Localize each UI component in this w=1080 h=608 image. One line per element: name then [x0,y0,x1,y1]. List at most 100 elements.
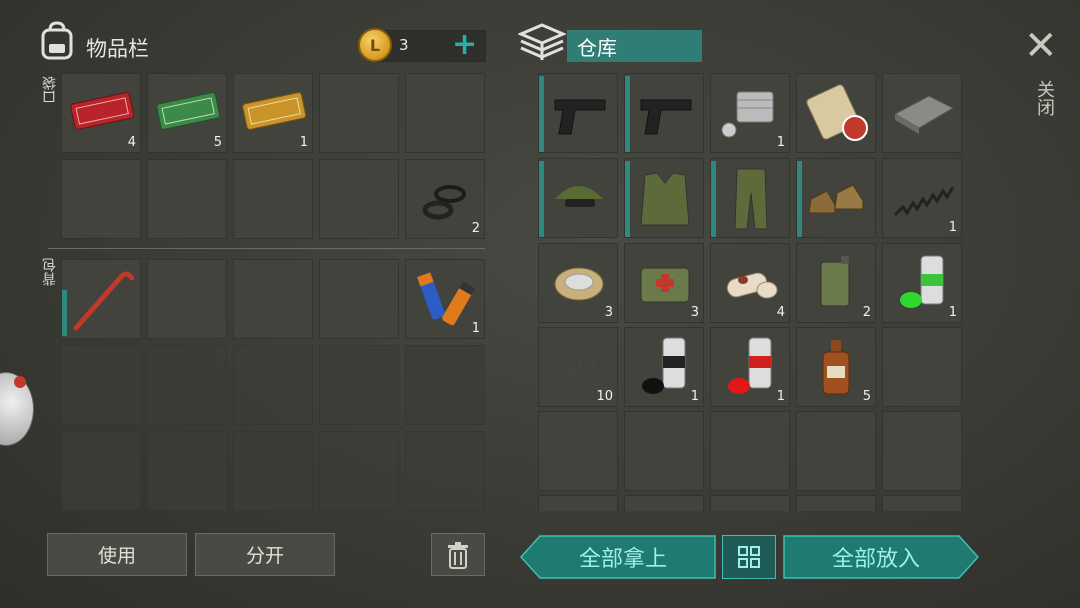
warehouse-slot-empty[interactable] [538,411,618,491]
warehouse-slot-empty[interactable] [624,411,704,491]
item-count: 5 [213,135,222,150]
item-count: 3 [690,305,699,320]
warehouse-slot-empty[interactable] [710,495,790,511]
warehouse-slot-military-pants[interactable] [710,158,790,238]
warehouse-slot-military-vest[interactable] [624,158,704,238]
trash-button[interactable] [431,533,485,576]
warehouse-slot-empty[interactable] [882,327,962,407]
pocket-slot-empty[interactable] [61,159,141,239]
warehouse-slot-empty[interactable] [796,495,876,511]
backpack-slot-crowbar[interactable] [61,259,141,339]
item-count: 1 [948,305,957,320]
notification-dot [14,376,26,388]
item-count: 1 [299,135,308,150]
crowbar-icon [73,271,135,331]
warehouse-title: 仓库 [567,30,702,62]
backpack-slot-locked [233,431,313,511]
backpack-icon [41,21,73,60]
backpack-slot-batteries[interactable]: 1 [405,259,485,339]
section-divider [48,248,485,249]
item-count: 1 [690,389,699,404]
warehouse-slot-wire-spool[interactable]: 3 [538,243,618,323]
close-icon[interactable]: ✕ [1024,26,1058,66]
boots-icon [808,184,864,214]
pocket-slot-combat-coupon[interactable]: 4 [61,73,141,153]
item-count: 1 [776,389,785,404]
warehouse-slot-magazine[interactable] [796,73,876,153]
warehouse-slot-military-cap[interactable] [538,158,618,238]
close-label[interactable]: 关闭 [1031,80,1057,116]
item-count: 1 [776,135,785,150]
warehouse-slot-red-paint[interactable]: 1 [710,327,790,407]
warehouse-slot-empty[interactable] [538,495,618,511]
grid-sort-icon [738,546,760,568]
backpack-slot-empty[interactable] [319,259,399,339]
pocket-slot-empty[interactable] [405,73,485,153]
item-count: 4 [776,305,785,320]
warehouse-slot-bandage[interactable]: 4 [710,243,790,323]
warehouse-slot-bottle[interactable]: 5 [796,327,876,407]
warehouse-slot-spring[interactable]: 1 [882,158,962,238]
pistol-icon [554,99,606,135]
item-count: 10 [596,389,613,404]
coin-icon: L [358,28,392,62]
trash-icon [448,541,468,569]
backpack-slot-locked [405,431,485,511]
pocket-slot-empty[interactable] [147,159,227,239]
pocket-slot-ration-coupon[interactable]: 5 [147,73,227,153]
warehouse-title-text: 仓库 [577,35,617,60]
magazine-icon [806,84,868,141]
item-count: 2 [471,221,480,236]
pistol-icon [640,99,692,135]
backpack-slot-locked [319,431,399,511]
backpack-slot-locked [61,345,141,425]
military-vest-icon [640,172,690,226]
warehouse-slot-medkit-bag[interactable]: 3 [624,243,704,323]
item-count: 1 [948,220,957,235]
sort-button[interactable] [722,535,776,579]
warehouse-slot-empty[interactable] [882,411,962,491]
warehouse-slot-empty[interactable] [796,411,876,491]
backpack-slot-locked [147,345,227,425]
coin-symbol: L [369,35,381,55]
backpack-slot-locked [61,431,141,511]
inventory-title: 物品栏 [86,37,149,61]
warehouse-slot-boots[interactable] [796,158,876,238]
warehouse-slot-pistol[interactable] [624,73,704,153]
warehouse-slot-circuit-board[interactable] [882,73,962,153]
add-coins-button[interactable]: + [452,30,477,60]
split-button[interactable]: 分开 [195,533,335,576]
warehouse-slot-empty[interactable] [882,495,962,511]
pocket-slot-rings[interactable]: 2 [405,159,485,239]
military-cap-icon [555,186,603,207]
pocket-slot-empty[interactable] [319,159,399,239]
electronic-unit-icon [893,95,955,134]
pocket-label: 口袋 [42,76,58,104]
take-all-button[interactable]: 全部拿上 [530,535,716,579]
warehouse-slot-black-paint[interactable]: 1 [624,327,704,407]
coin-count: 3 [399,36,409,54]
pocket-slot-survival-coupon[interactable]: 1 [233,73,313,153]
warehouse-slot-engine-part[interactable]: 1 [710,73,790,153]
item-count: 1 [471,321,480,336]
warehouse-slot-empty[interactable] [710,411,790,491]
backpack-label: 背包 [42,258,58,286]
backpack-slot-locked [405,345,485,425]
item-count: 5 [862,389,871,404]
use-button[interactable]: 使用 [47,533,187,576]
warehouse-slot-nails[interactable]: 10 [538,327,618,407]
warehouse-slot-empty[interactable] [624,495,704,511]
backpack-slot-locked [233,345,313,425]
backpack-slot-locked [147,431,227,511]
backpack-slot-locked [319,345,399,425]
warehouse-slot-jerrycan[interactable]: 2 [796,243,876,323]
put-all-button[interactable]: 全部放入 [783,535,969,579]
warehouse-slot-pistol[interactable] [538,73,618,153]
pocket-slot-empty[interactable] [233,159,313,239]
pocket-slot-empty[interactable] [319,73,399,153]
item-count: 2 [862,305,871,320]
backpack-slot-empty[interactable] [147,259,227,339]
item-count: 3 [604,305,613,320]
warehouse-slot-green-paint[interactable]: 1 [882,243,962,323]
backpack-slot-empty[interactable] [233,259,313,339]
